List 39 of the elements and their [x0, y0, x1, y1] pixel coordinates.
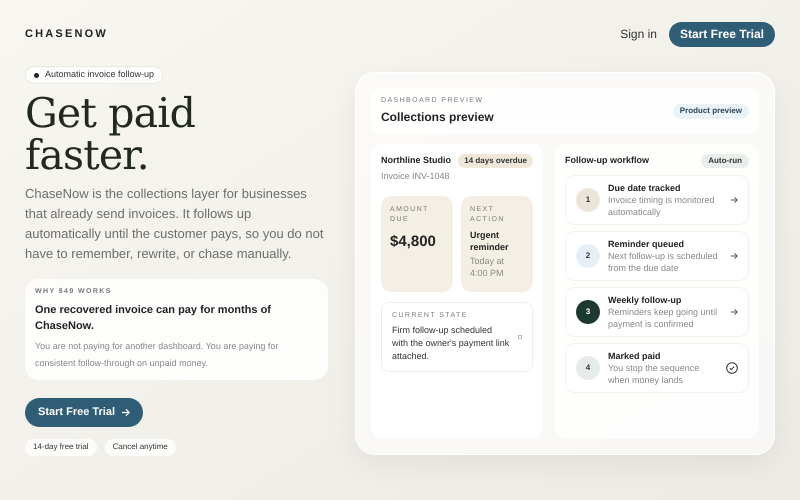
step-description: You stop the sequence when money lands	[608, 362, 700, 386]
arrow-icon	[730, 308, 738, 316]
start-trial-button[interactable]: Start Free Trial	[668, 22, 775, 46]
feature-chip: Cancel anytime	[104, 438, 176, 456]
auto-run-badge: Auto-run	[701, 154, 749, 168]
step-title: Marked paid	[608, 350, 662, 362]
hero-description: ChaseNow is the collections layer for businesses that already send invoices. It follows up automatically until the customer pays, so you do not have to remember, rewrite, or chase manually.	[25, 185, 324, 263]
arrow-icon	[121, 408, 130, 416]
step-number: 1	[576, 188, 600, 212]
preview-title: Collections preview	[381, 109, 494, 126]
step-description: Invoice timing is monitored automatically	[608, 194, 716, 218]
next-action-time: Today at 4:00 PM	[470, 254, 506, 278]
step-number: 4	[576, 356, 600, 380]
invoice-number: Invoice INV-1048	[381, 170, 451, 183]
feature-chip: 14-day free trial	[25, 438, 97, 456]
sign-in-link[interactable]: Sign in	[616, 25, 661, 43]
hero-title: Get paid faster.	[25, 92, 196, 176]
check-circle-icon	[726, 362, 738, 374]
start-trial-button[interactable]: Start Free Trial	[25, 398, 144, 426]
card-body: You are not paying for another dashboard. You are paying for consistent follow-through on unpaid money.	[35, 340, 280, 370]
step-description: Next follow-up is scheduled from the due date	[608, 250, 719, 274]
arrow-icon	[730, 196, 738, 204]
step-description: Reminders keep going until payment is confirmed	[608, 306, 718, 330]
card-heading: One recovered invoice can pay for months of ChaseNow.	[35, 302, 272, 334]
arrow-icon	[730, 252, 738, 260]
step-number: 2	[576, 244, 600, 268]
client-name: Northline Studio	[381, 154, 451, 168]
preview-badge: Product preview	[672, 104, 749, 118]
state-text: Firm follow-up scheduled with the owner's payment link attached.	[392, 324, 510, 363]
amount-value: $4,800	[390, 232, 437, 252]
next-action: Urgent reminder	[470, 228, 510, 252]
step-title: Due date tracked	[608, 182, 682, 194]
badge-text: Automatic invoice follow-up	[45, 68, 154, 82]
step-number: 3	[576, 300, 600, 324]
brand-logo: CHASENOW	[25, 26, 108, 42]
workflow-title: Follow-up workflow	[565, 154, 649, 168]
step-title: Reminder queued	[608, 238, 686, 250]
overdue-badge: 14 days overdue	[458, 154, 533, 168]
step-title: Weekly follow-up	[608, 294, 682, 306]
